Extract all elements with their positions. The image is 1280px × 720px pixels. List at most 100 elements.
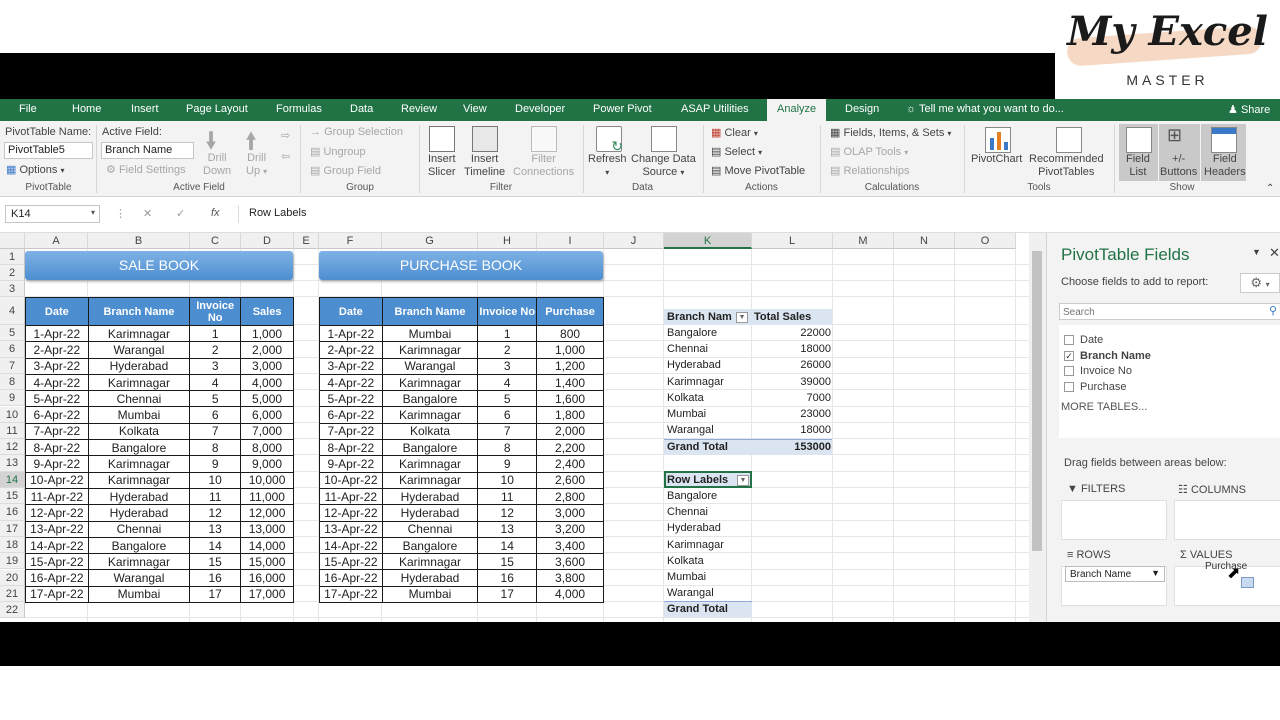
insert-function-icon[interactable]: fx (211, 207, 220, 219)
purchase-cell[interactable]: 1-Apr-22 (319, 324, 383, 343)
tab-file[interactable]: File (19, 103, 37, 115)
purchase-cell[interactable]: Karimnagar (381, 373, 479, 392)
name-box[interactable]: K14 ▾ (5, 205, 100, 223)
purchase-cell[interactable]: Karimnagar (381, 341, 479, 359)
cancel-icon[interactable]: ✕ (143, 207, 152, 220)
tab-formulas[interactable]: Formulas (276, 103, 322, 115)
purchase-cell[interactable]: 8 (477, 439, 538, 457)
column-header[interactable]: M (833, 233, 894, 249)
purchase-cell[interactable]: 3-Apr-22 (319, 357, 383, 375)
recommended-pivottables-button[interactable]: Recommended PivotTables (1029, 153, 1104, 179)
sale-cell[interactable]: Hyderabad (87, 504, 191, 522)
clear-button[interactable]: ▦ Clear ▾ (711, 126, 758, 139)
pivot1-row-value[interactable]: 18000 (752, 343, 831, 355)
field-search-input[interactable] (1060, 305, 1260, 320)
pivot1-row-value[interactable]: 23000 (752, 408, 831, 420)
sale-cell[interactable]: 12,000 (240, 504, 294, 522)
sale-cell[interactable]: Chennai (87, 520, 191, 538)
pivot2-row-label[interactable]: Bangalore (667, 490, 717, 502)
tab-developer[interactable]: Developer (515, 103, 565, 115)
sale-cell[interactable]: 6 (189, 406, 242, 424)
tell-me-box[interactable]: ☼ Tell me what you want to do... (906, 103, 1064, 115)
purchase-cell[interactable]: 16-Apr-22 (319, 569, 383, 587)
sale-cell[interactable]: Karimnagar (87, 455, 191, 473)
row-header[interactable]: 1 (0, 249, 25, 265)
pivot1-row-value[interactable]: 22000 (752, 327, 831, 339)
row-header[interactable]: 13 (0, 455, 25, 472)
row-header[interactable]: 3 (0, 281, 25, 297)
pivot1-row-label[interactable]: Mumbai (667, 408, 706, 420)
pivot1-row-value[interactable]: 26000 (752, 359, 831, 371)
purchase-cell[interactable]: 6-Apr-22 (319, 406, 383, 424)
row-header[interactable]: 9 (0, 390, 25, 407)
columns-drop-area[interactable] (1174, 500, 1280, 540)
pivot1-row-label[interactable]: Kolkata (667, 392, 704, 404)
field-checkbox[interactable] (1064, 381, 1074, 392)
sale-cell[interactable]: 12-Apr-22 (25, 504, 89, 522)
purchase-cell[interactable]: 4,000 (536, 585, 604, 604)
insert-slicer-button[interactable]: Insert Slicer (428, 153, 456, 179)
sale-cell[interactable]: 3,000 (240, 357, 294, 375)
pivot1-row-value[interactable]: 7000 (752, 392, 831, 404)
sale-cell[interactable]: 10,000 (240, 471, 294, 489)
field-headers-button[interactable]: Field Headers (1204, 153, 1246, 179)
select-all-corner[interactable] (0, 233, 25, 249)
vertical-scrollbar[interactable] (1029, 233, 1046, 622)
row-header[interactable]: 10 (0, 406, 25, 423)
sale-cell[interactable]: 11,000 (240, 487, 294, 506)
pane-options-chevron-icon[interactable]: ▼ (1252, 247, 1261, 257)
purchase-cell[interactable]: 15-Apr-22 (319, 553, 383, 571)
purchase-cell[interactable]: 2-Apr-22 (319, 341, 383, 359)
sale-cell[interactable]: 17,000 (240, 585, 294, 604)
select-button[interactable]: ▤ Select ▾ (711, 145, 762, 158)
purchase-cell[interactable]: 1,000 (536, 341, 604, 359)
purchase-cell[interactable]: 800 (536, 324, 604, 343)
field-search-box[interactable]: ⚲ (1059, 303, 1280, 320)
sale-cell[interactable]: Warangal (87, 569, 191, 587)
pivot1-row-label[interactable]: Karimnagar (667, 376, 724, 388)
purchase-cell[interactable]: 3,400 (536, 536, 604, 555)
purchase-cell[interactable]: 12 (477, 504, 538, 522)
sale-cell[interactable]: 5 (189, 390, 242, 408)
row-header[interactable]: 8 (0, 373, 25, 391)
sale-cell[interactable]: 4-Apr-22 (25, 373, 89, 392)
purchase-cell[interactable]: 3,200 (536, 520, 604, 538)
purchase-cell[interactable]: Warangal (381, 357, 479, 375)
purchase-cell[interactable]: 4 (477, 373, 538, 392)
collapse-ribbon-icon[interactable]: ⌃ (1266, 183, 1274, 194)
sale-cell[interactable]: Bangalore (87, 439, 191, 457)
sale-cell[interactable]: Hyderabad (87, 487, 191, 506)
tab-home[interactable]: Home (72, 103, 101, 115)
sale-cell[interactable]: 16,000 (240, 569, 294, 587)
purchase-cell[interactable]: 14 (477, 536, 538, 555)
purchase-cell[interactable]: 4-Apr-22 (319, 373, 383, 392)
sale-cell[interactable]: 15 (189, 553, 242, 571)
sale-cell[interactable]: 7,000 (240, 422, 294, 441)
share-button[interactable]: ♟ Share (1228, 103, 1270, 116)
sale-cell[interactable]: 9,000 (240, 455, 294, 473)
collapse-field-icon[interactable]: ⇦ (281, 150, 290, 163)
sale-cell[interactable]: 16-Apr-22 (25, 569, 89, 587)
purchase-cell[interactable]: 1 (477, 324, 538, 343)
row-header[interactable]: 6 (0, 341, 25, 358)
column-header[interactable]: O (955, 233, 1016, 249)
field-name[interactable]: Invoice No (1080, 365, 1132, 377)
row-header[interactable]: 2 (0, 265, 25, 281)
purchase-cell[interactable]: 14-Apr-22 (319, 536, 383, 555)
sale-cell[interactable]: 16 (189, 569, 242, 587)
tab-data[interactable]: Data (350, 103, 373, 115)
pivot2-filter-dropdown[interactable]: ▼ (737, 475, 749, 486)
purchase-cell[interactable]: 3,600 (536, 553, 604, 571)
purchase-cell[interactable]: Karimnagar (381, 553, 479, 571)
sale-cell[interactable]: 2-Apr-22 (25, 341, 89, 359)
worksheet-grid[interactable]: A B C D E F G H I J K L M N O 1234567891… (0, 233, 1029, 622)
pivot1-row-value[interactable]: 18000 (752, 424, 831, 436)
row-header[interactable]: 22 (0, 602, 25, 619)
purchase-cell[interactable]: 2,600 (536, 471, 604, 489)
row-header[interactable]: 12 (0, 439, 25, 456)
purchase-cell[interactable]: 1,600 (536, 390, 604, 408)
tab-insert[interactable]: Insert (131, 103, 159, 115)
row-header[interactable]: 16 (0, 504, 25, 521)
sale-cell[interactable]: 17 (189, 585, 242, 604)
purchase-cell[interactable]: 2,000 (536, 422, 604, 441)
